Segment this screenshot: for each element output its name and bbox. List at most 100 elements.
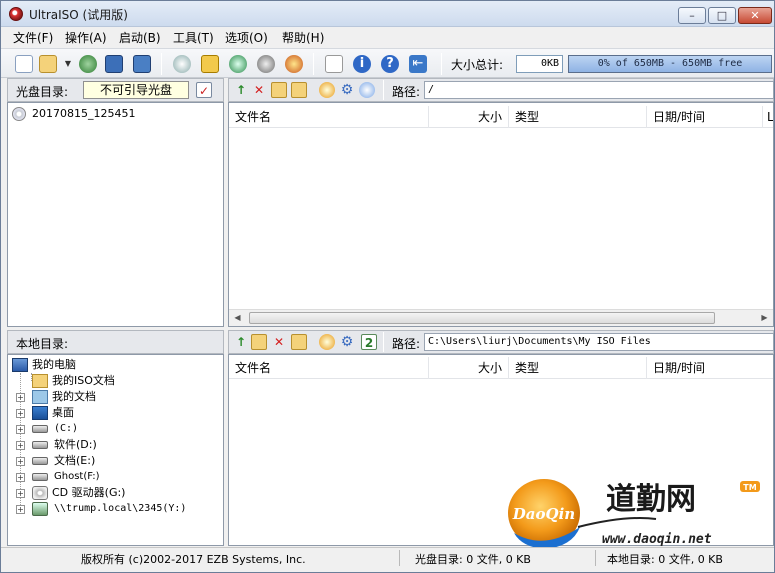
menu-file[interactable]: 文件(F) <box>11 29 55 46</box>
tree-item[interactable]: + 文档(E:) <box>8 453 218 469</box>
tree-item[interactable]: 20170815_125451 <box>8 106 218 122</box>
expand-icon[interactable]: + <box>16 409 25 418</box>
menu-bootable[interactable]: 启动(B) <box>117 29 163 46</box>
column-type[interactable]: 类型 <box>509 357 647 379</box>
close-button[interactable]: ✕ <box>738 7 772 24</box>
info-icon[interactable]: i <box>353 55 371 73</box>
view-icon[interactable] <box>359 82 375 98</box>
open-folder-icon[interactable] <box>39 55 57 73</box>
status-divider <box>595 550 596 566</box>
rename-icon[interactable] <box>291 82 307 98</box>
main-toolbar: ▼ i ? ⇤ 大小总计: 0KB 0% of 650MB - 650MB fr… <box>1 48 774 78</box>
save-as-icon[interactable] <box>133 55 151 73</box>
disc-path-label: 路径: <box>392 85 421 99</box>
local-file-toolbar: ↑ ✕ ⚙ 2 路径: C:\Users\liurj\Documents\My … <box>228 330 774 354</box>
menu-help[interactable]: 帮助(H) <box>280 29 326 46</box>
tree-item[interactable]: + CD 驱动器(G:) <box>8 485 218 501</box>
disc-summary: 光盘目录: 0 文件, 0 KB <box>415 553 531 566</box>
delete-icon[interactable]: ✕ <box>251 82 267 98</box>
local-directory-label: 本地目录: <box>16 337 69 351</box>
tree-item[interactable]: + Ghost(F:) <box>8 469 218 485</box>
tree-item[interactable]: + (C:) <box>8 421 218 437</box>
column-size[interactable]: 大小 <box>429 106 509 128</box>
column-extra[interactable]: L <box>763 106 773 128</box>
local-panel-header: 本地目录: <box>7 330 224 354</box>
menu-actions[interactable]: 操作(A) <box>63 29 109 46</box>
refresh-icon[interactable] <box>319 82 335 98</box>
ultraiso-app-icon[interactable] <box>9 7 23 21</box>
scroll-thumb[interactable] <box>249 312 715 324</box>
rename-icon[interactable] <box>291 334 307 350</box>
local-summary: 本地目录: 0 文件, 0 KB <box>607 553 723 566</box>
tree-item-label: 文档(E:) <box>54 454 96 467</box>
column-filename[interactable]: 文件名 <box>229 357 429 379</box>
settings-gear-icon[interactable]: ⚙ <box>339 82 355 98</box>
local-path-label: 路径: <box>392 337 421 351</box>
toolbar-separator <box>313 53 314 75</box>
disc-list-header: 文件名 大小 类型 日期/时间 L <box>229 106 773 128</box>
compress-icon[interactable] <box>229 55 247 73</box>
network-drive-icon <box>32 502 48 516</box>
up-folder-icon[interactable]: ↑ <box>233 82 249 98</box>
expand-icon[interactable]: + <box>16 505 25 514</box>
drive-icon <box>32 473 48 481</box>
open-dropdown-icon[interactable]: ▼ <box>59 55 77 73</box>
expand-icon[interactable]: + <box>16 393 25 402</box>
expand-icon[interactable]: + <box>16 489 25 498</box>
minimize-button[interactable]: – <box>678 7 706 24</box>
column-type[interactable]: 类型 <box>509 106 647 128</box>
brush-stroke-icon <box>577 517 657 528</box>
exit-icon[interactable]: ⇤ <box>409 55 427 73</box>
tree-item[interactable]: 我的ISO文档 <box>8 373 218 389</box>
burn-cd-icon[interactable] <box>173 55 191 73</box>
expand-icon[interactable]: + <box>16 425 25 434</box>
iso-folder-icon <box>32 374 48 388</box>
column-size[interactable]: 大小 <box>429 357 509 379</box>
local-tree-pane[interactable]: 我的电脑 我的ISO文档 + 我的文档 + 桌面 + (C:) + 软件(D:)… <box>7 354 224 546</box>
extract-icon[interactable] <box>79 55 97 73</box>
column-datetime[interactable]: 日期/时间 <box>647 106 763 128</box>
boot-properties-icon[interactable]: ✓ <box>196 82 212 98</box>
virtual-drive-icon[interactable] <box>257 55 275 73</box>
new-file-icon[interactable] <box>15 55 33 73</box>
new-folder-icon[interactable] <box>251 334 267 350</box>
save-icon[interactable] <box>105 55 123 73</box>
watermark-brand: 道勤网 <box>606 482 696 517</box>
tree-item[interactable]: + 桌面 <box>8 405 218 421</box>
tree-item[interactable]: + \\trump.local\2345(Y:) <box>8 501 218 517</box>
toolbar-separator <box>441 53 442 75</box>
make-cd-image-icon[interactable] <box>285 55 303 73</box>
mount-icon[interactable] <box>201 55 219 73</box>
tree-item[interactable]: 我的电脑 <box>8 357 218 373</box>
boot-status-field[interactable]: 不可引导光盘 <box>83 81 189 99</box>
capacity-bar[interactable]: 0% of 650MB - 650MB free <box>568 55 772 73</box>
total-size-label: 大小总计: <box>451 58 504 72</box>
settings-gear-icon[interactable]: ⚙ <box>339 334 355 350</box>
disc-tree-pane[interactable]: 20170815_125451 <box>7 102 224 327</box>
sync-icon[interactable]: 2 <box>361 334 377 350</box>
disc-path-field[interactable]: / <box>424 81 774 99</box>
menu-tools[interactable]: 工具(T) <box>171 29 216 46</box>
expand-icon[interactable]: + <box>16 457 25 466</box>
help-icon[interactable]: ? <box>381 55 399 73</box>
expand-icon[interactable]: + <box>16 473 25 482</box>
disc-file-list[interactable]: 文件名 大小 类型 日期/时间 L ◀ ▶ <box>228 102 774 327</box>
scroll-right-icon[interactable]: ▶ <box>756 310 773 326</box>
menu-options[interactable]: 选项(O) <box>223 29 270 46</box>
local-path-field[interactable]: C:\Users\liurj\Documents\My ISO Files <box>424 333 774 351</box>
disc-horizontal-scrollbar[interactable]: ◀ ▶ <box>229 309 773 326</box>
title-bar[interactable]: UltraISO (试用版) – □ ✕ <box>1 1 774 27</box>
delete-icon[interactable]: ✕ <box>271 334 287 350</box>
documents-icon <box>32 390 48 404</box>
properties-icon[interactable] <box>325 55 343 73</box>
column-datetime[interactable]: 日期/时间 <box>647 357 773 379</box>
maximize-button[interactable]: □ <box>708 7 736 24</box>
up-folder-icon[interactable]: ↑ <box>233 334 249 350</box>
scroll-left-icon[interactable]: ◀ <box>229 310 246 326</box>
column-filename[interactable]: 文件名 <box>229 106 429 128</box>
refresh-icon[interactable] <box>319 334 335 350</box>
tree-item[interactable]: + 我的文档 <box>8 389 218 405</box>
tree-item[interactable]: + 软件(D:) <box>8 437 218 453</box>
new-folder-icon[interactable] <box>271 82 287 98</box>
expand-icon[interactable]: + <box>16 441 25 450</box>
